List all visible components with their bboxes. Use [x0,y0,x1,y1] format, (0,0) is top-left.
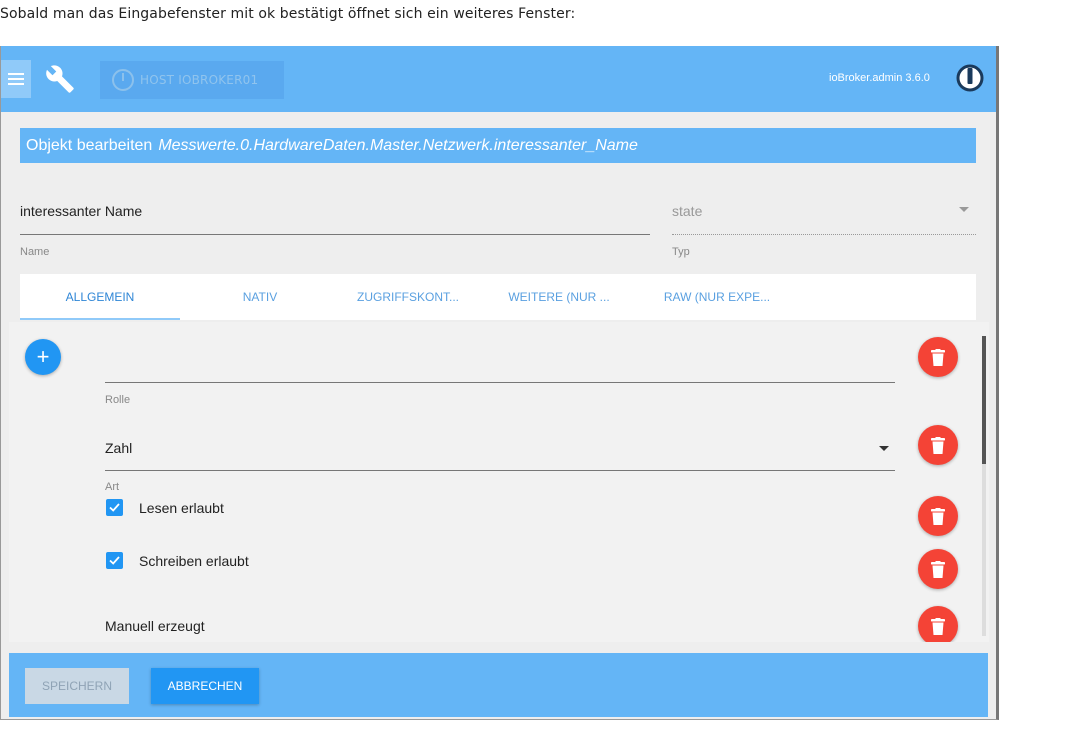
admin-version: ioBroker.admin 3.6.0 [829,72,930,84]
delete-read-button[interactable] [918,496,958,536]
read-label: Lesen erlaubt [139,500,224,516]
check-icon [109,503,120,512]
delete-manual-button[interactable] [918,606,958,642]
trash-icon [931,617,945,635]
role-input-underline [105,382,895,383]
tab-nativ[interactable]: NATIV [180,274,340,320]
read-checkbox[interactable] [106,499,123,516]
kind-select-underline [105,470,895,471]
plus-icon: + [36,344,50,369]
write-checkbox[interactable] [106,552,123,569]
trash-icon [931,348,945,366]
manual-label: Manuell erzeugt [105,618,205,634]
delete-kind-button[interactable] [918,425,958,465]
hamburger-icon [8,73,24,85]
role-label: Rolle [105,394,131,406]
host-label: HOST IOBROKER01 [140,73,259,87]
dialog-title-path: Messwerte.0.HardwareDaten.Master.Netzwer… [158,136,638,154]
trash-icon [931,560,945,578]
chevron-down-icon[interactable] [959,207,969,212]
scrollbar-thumb[interactable] [982,336,986,464]
trash-icon [931,507,945,525]
intro-text: Sobald man das Eingabefenster mit ok bes… [0,6,576,22]
tab-zugriffskontrolle[interactable]: ZUGRIFFSKONT... [340,274,476,320]
add-button[interactable]: + [25,339,61,375]
top-bar: HOST IOBROKER01 ioBroker.admin 3.6.0 [1,46,996,112]
cancel-button[interactable]: ABBRECHEN [151,668,259,704]
type-select-underline [672,234,976,235]
app-window: HOST IOBROKER01 ioBroker.admin 3.6.0 Obj… [0,46,999,720]
tab-bar: ALLGEMEIN NATIV ZUGRIFFSKONT... WEITERE … [20,274,976,320]
kind-select[interactable]: Zahl [105,440,132,456]
wrench-icon[interactable] [45,64,75,94]
chevron-down-icon[interactable] [879,446,889,451]
dialog-title-prefix: Objekt bearbeiten [26,136,153,154]
type-select[interactable]: state [672,203,702,219]
host-button[interactable]: HOST IOBROKER01 [100,61,284,99]
tab-allgemein[interactable]: ALLGEMEIN [20,274,180,320]
delete-write-button[interactable] [918,549,958,589]
name-label: Name [20,246,50,258]
name-input[interactable]: interessanter Name [20,203,142,219]
tab-content: + Rolle Zahl Art Lesen erlaubt Schreiben… [9,322,989,642]
check-icon [109,556,120,565]
save-button[interactable]: SPEICHERN [25,668,129,704]
trash-icon [931,436,945,454]
tab-weitere[interactable]: WEITERE (NUR ... [476,274,642,320]
write-label: Schreiben erlaubt [139,553,249,569]
delete-role-button[interactable] [918,337,958,377]
tab-raw[interactable]: RAW (NUR EXPE... [642,274,792,320]
name-input-underline [20,234,650,235]
iobroker-logo-icon [956,64,984,92]
power-icon [112,69,134,91]
dialog-title: Objekt bearbeiten Messwerte.0.HardwareDa… [20,128,976,163]
type-label: Typ [672,246,690,258]
menu-button[interactable] [1,60,31,98]
dialog-footer: SPEICHERN ABBRECHEN [9,653,988,717]
kind-label: Art [105,481,120,493]
